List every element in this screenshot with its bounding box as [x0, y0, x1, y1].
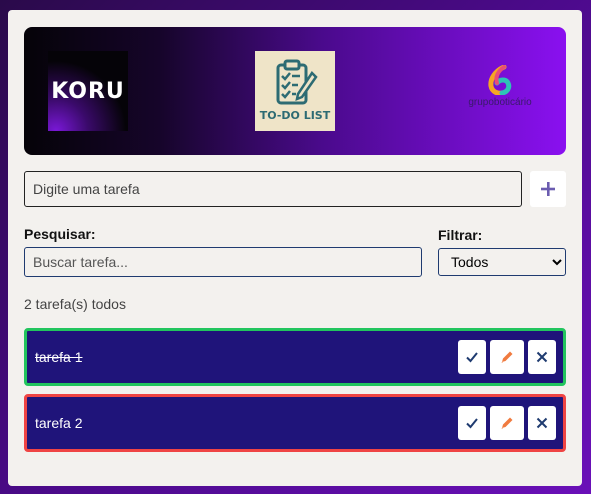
search-input[interactable]	[24, 247, 422, 277]
clipboard-icon	[276, 59, 318, 105]
task-count: 2 tarefa(s) todos	[24, 296, 126, 312]
complete-task-button[interactable]	[458, 406, 486, 440]
todo-logo-caption: TO-DO LIST	[259, 109, 331, 122]
check-icon	[466, 418, 478, 429]
koru-logo: KORU	[48, 51, 128, 131]
todo-card: KORU TO-DO LIST grupoboticário Digite um…	[8, 10, 582, 486]
boticario-icon	[488, 65, 512, 95]
task-text: tarefa 2	[35, 415, 83, 431]
delete-task-button[interactable]	[528, 406, 556, 440]
edit-task-button[interactable]	[490, 406, 524, 440]
filter-select[interactable]: Todos	[438, 248, 566, 276]
koru-logo-text: KORU	[51, 78, 125, 104]
task-text: tarefa 1	[35, 349, 83, 365]
check-icon	[466, 352, 478, 363]
task-item: tarefa 2	[24, 394, 566, 452]
pencil-icon	[501, 417, 513, 429]
close-icon	[536, 351, 548, 363]
add-task-button[interactable]	[530, 171, 566, 207]
close-icon	[536, 417, 548, 429]
delete-task-button[interactable]	[528, 340, 556, 374]
todo-list-logo: TO-DO LIST	[255, 51, 335, 131]
header-banner: KORU TO-DO LIST grupoboticário	[24, 27, 566, 155]
search-label: Pesquisar:	[24, 226, 96, 242]
boticario-caption: grupoboticário	[468, 97, 532, 108]
filter-label: Filtrar:	[438, 227, 483, 243]
new-task-input[interactable]	[24, 171, 522, 207]
pencil-icon	[501, 351, 513, 363]
task-item: tarefa 1	[24, 328, 566, 386]
edit-task-button[interactable]	[490, 340, 524, 374]
grupo-boticario-logo: grupoboticário	[464, 65, 536, 113]
complete-task-button[interactable]	[458, 340, 486, 374]
plus-icon	[541, 182, 555, 196]
